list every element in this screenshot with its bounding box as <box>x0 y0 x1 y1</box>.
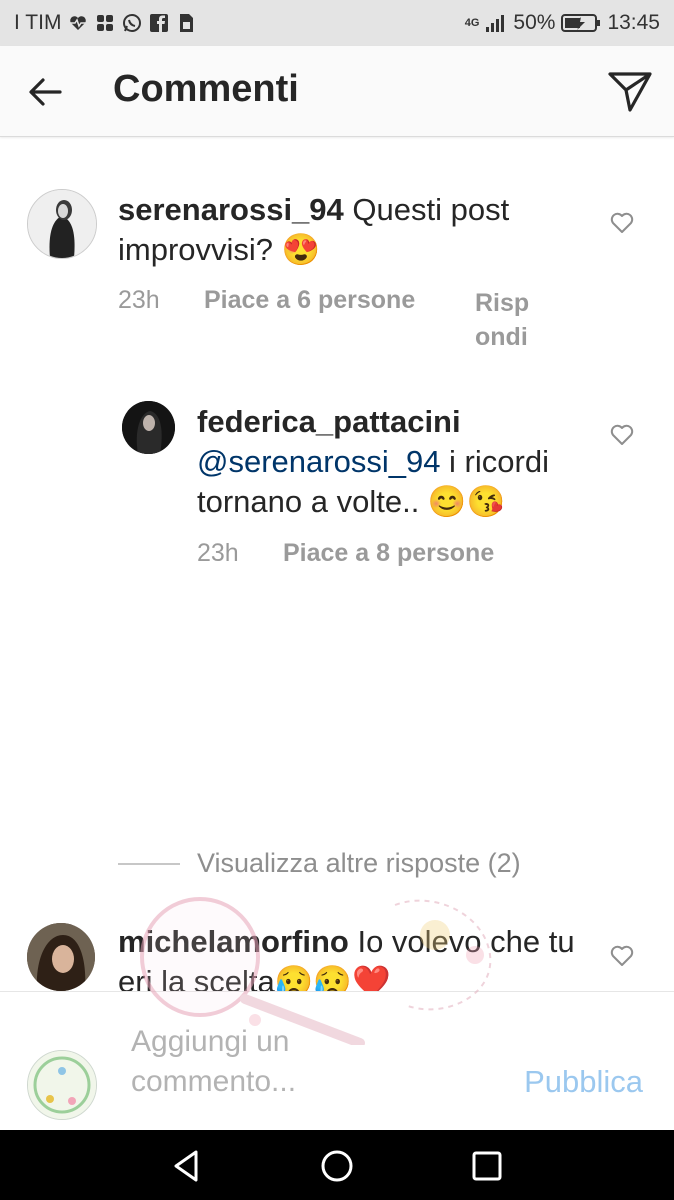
sim-card-icon <box>180 14 194 32</box>
status-right: 4G 50% 13:45 <box>465 11 660 35</box>
heart-icon[interactable] <box>609 423 635 447</box>
avatar-photo <box>122 401 175 454</box>
comment-username[interactable]: federica_pattacini <box>197 404 461 439</box>
comment-likes[interactable]: Piace a 8 persone <box>283 539 494 568</box>
comment-likes[interactable]: Piace a 6 persone <box>204 286 415 315</box>
comment-username[interactable]: michelamorfino <box>118 924 349 959</box>
back-nav-icon[interactable] <box>166 1146 206 1186</box>
heart-monitor-icon <box>70 16 87 30</box>
send-icon[interactable] <box>606 70 654 114</box>
avatar-photo <box>28 190 96 258</box>
signal-icon <box>486 15 505 32</box>
battery-icon <box>561 14 601 32</box>
app-header: Commenti <box>0 46 674 137</box>
view-more-divider <box>118 863 180 865</box>
avatar[interactable] <box>27 189 97 259</box>
mention-link[interactable]: @serenarossi_94 <box>197 444 440 479</box>
avatar <box>27 1050 97 1120</box>
facebook-icon <box>150 14 169 32</box>
comment-input[interactable]: Aggiungi un commento... <box>131 1022 371 1102</box>
view-more-replies[interactable]: Visualizza altre risposte (2) <box>197 848 521 879</box>
publish-button[interactable]: Pubblica <box>524 1064 643 1100</box>
back-arrow-icon[interactable] <box>24 71 66 113</box>
comment-text: serenarossi_94 Questi post improvvisi? 😍 <box>118 190 588 270</box>
recents-nav-icon[interactable] <box>467 1146 507 1186</box>
clock: 13:45 <box>607 11 660 34</box>
comment-time: 23h <box>118 286 160 314</box>
home-nav-icon[interactable] <box>317 1146 357 1186</box>
status-bar: I TIM 4G 50% 13:45 <box>0 0 674 46</box>
comment-time: 23h <box>197 539 239 567</box>
apps-icon <box>97 15 114 31</box>
avatar[interactable] <box>122 401 175 454</box>
comment-text: michelamorfino Io volevo che tu eri la s… <box>118 922 588 991</box>
network-type: 4G <box>464 16 480 29</box>
avatar-photo <box>27 923 95 991</box>
battery-percent: 50% <box>513 11 556 34</box>
heart-icon[interactable] <box>609 944 635 968</box>
avatar-photo <box>28 1051 96 1119</box>
comment-username[interactable]: serenarossi_94 <box>118 192 344 227</box>
avatar[interactable] <box>27 923 95 991</box>
comment-text: federica_pattacini @serenarossi_94 i ric… <box>197 402 597 522</box>
reply-button[interactable]: Risp ondi <box>475 286 537 354</box>
comment-composer: Aggiungi un commento... Pubblica <box>0 991 674 1131</box>
carrier-label: I TIM <box>14 11 62 34</box>
system-nav-bar <box>0 1130 674 1200</box>
page-title: Commenti <box>113 68 299 110</box>
whatsapp-icon <box>123 14 142 32</box>
heart-icon[interactable] <box>609 211 635 235</box>
status-left: I TIM <box>14 11 196 35</box>
